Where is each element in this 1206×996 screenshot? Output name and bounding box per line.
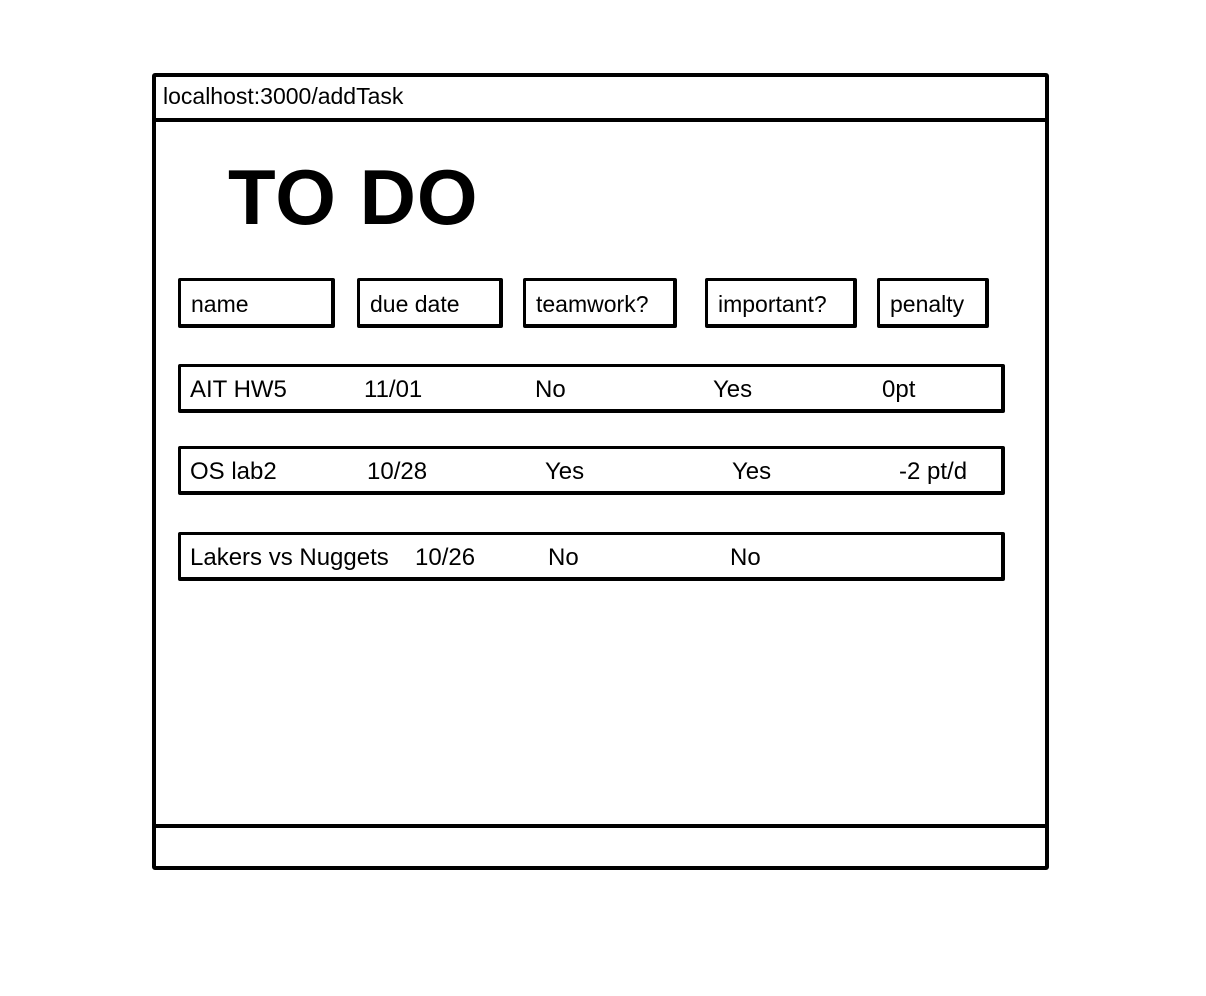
header-label: name <box>191 291 249 317</box>
header-label: important? <box>718 291 827 317</box>
task-important: Yes <box>713 376 753 403</box>
task-row[interactable]: OS lab2 10/28 Yes Yes -2 pt/d <box>178 446 1005 495</box>
header-penalty[interactable]: penalty <box>877 278 989 328</box>
task-row[interactable]: AIT HW5 11/01 No Yes 0pt <box>178 364 1005 413</box>
task-penalty: 0pt <box>882 376 916 403</box>
header-teamwork[interactable]: teamwork? <box>523 278 677 328</box>
header-important[interactable]: important? <box>705 278 857 328</box>
task-penalty: -2 pt/d <box>899 458 968 485</box>
url-text: localhost:3000/addTask <box>163 83 404 109</box>
task-due: 11/01 <box>364 376 423 403</box>
header-label: penalty <box>890 291 965 317</box>
address-bar[interactable]: localhost:3000/addTask <box>152 73 1049 122</box>
task-due: 10/28 <box>367 458 428 485</box>
header-label: teamwork? <box>536 291 649 317</box>
task-name: Lakers vs Nuggets <box>190 544 389 571</box>
task-teamwork: Yes <box>545 458 585 485</box>
header-label: due date <box>370 291 460 317</box>
task-name: OS lab2 <box>190 458 277 485</box>
task-important: No <box>730 544 761 571</box>
task-teamwork: No <box>535 376 566 403</box>
header-name[interactable]: name <box>178 278 335 328</box>
task-due: 10/26 <box>415 544 476 571</box>
task-row[interactable]: Lakers vs Nuggets 10/26 No No <box>178 532 1005 581</box>
task-important: Yes <box>732 458 772 485</box>
task-name: AIT HW5 <box>190 376 287 403</box>
page-title: TO DO <box>228 153 479 241</box>
header-due-date[interactable]: due date <box>357 278 503 328</box>
footer-divider <box>152 824 1049 828</box>
task-teamwork: No <box>548 544 579 571</box>
